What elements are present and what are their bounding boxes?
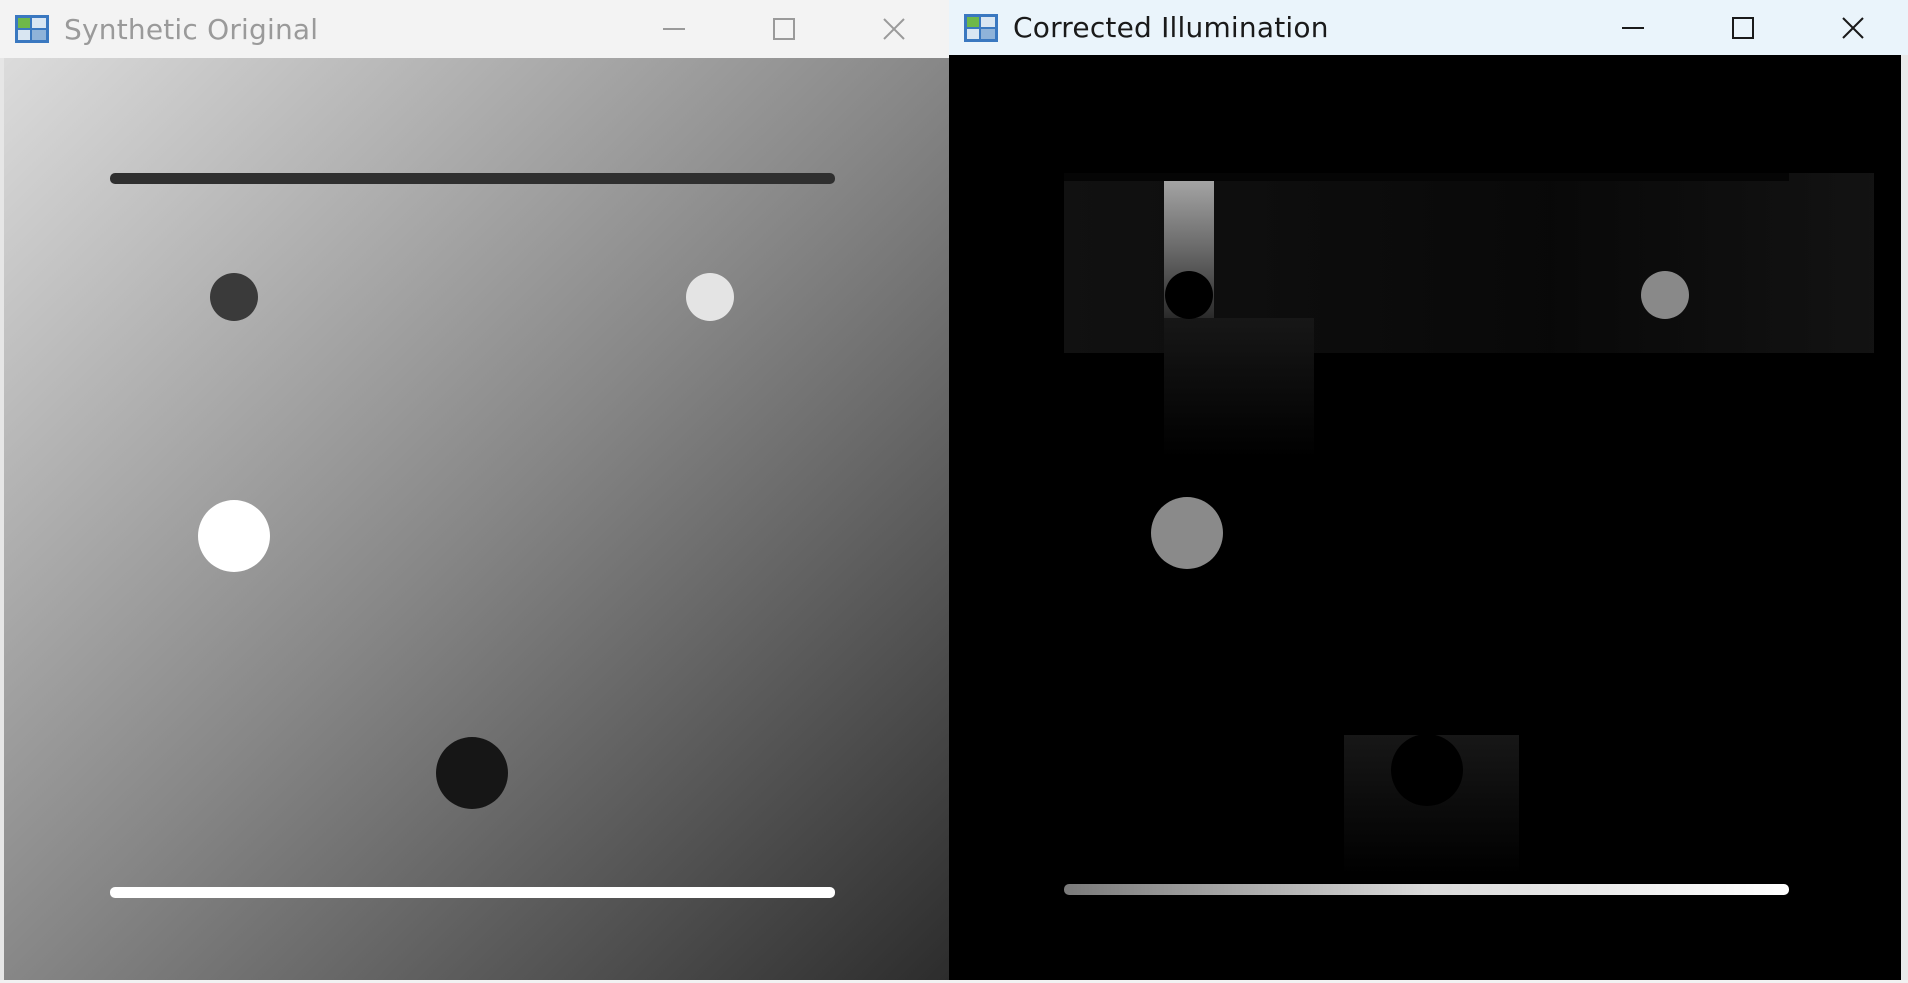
titlebar[interactable]: Synthetic Original bbox=[0, 0, 949, 58]
minimize-button[interactable] bbox=[1578, 0, 1688, 55]
image-window-icon bbox=[15, 15, 49, 43]
window-controls bbox=[1578, 0, 1908, 55]
close-icon bbox=[1842, 16, 1864, 39]
close-icon bbox=[883, 18, 905, 40]
window-corrected-illumination[interactable]: Corrected Illumination bbox=[949, 0, 1908, 983]
top-bar-shape bbox=[110, 173, 835, 184]
circle-light-small bbox=[686, 273, 734, 321]
bottom-bar-shape bbox=[110, 887, 835, 898]
window-title: Synthetic Original bbox=[64, 12, 319, 46]
window-border bbox=[1901, 55, 1908, 983]
image-window-icon bbox=[964, 13, 998, 42]
fade-block-top bbox=[1164, 318, 1314, 458]
circle-white-large bbox=[198, 500, 270, 572]
image-canvas-original[interactable] bbox=[0, 58, 949, 983]
synthetic-original-image bbox=[0, 58, 949, 983]
minimize-icon bbox=[663, 28, 685, 30]
titlebar[interactable]: Corrected Illumination bbox=[949, 0, 1908, 55]
top-bar-shape bbox=[1064, 173, 1789, 181]
minimize-button[interactable] bbox=[619, 0, 729, 58]
minimize-icon bbox=[1622, 26, 1644, 29]
window-controls bbox=[619, 0, 949, 58]
maximize-button[interactable] bbox=[1688, 0, 1798, 55]
circle-black-large bbox=[436, 737, 508, 809]
maximize-icon bbox=[1732, 16, 1754, 39]
close-button[interactable] bbox=[1798, 0, 1908, 55]
maximize-button[interactable] bbox=[729, 0, 839, 58]
circle-gray-small bbox=[1641, 271, 1689, 319]
maximize-icon bbox=[773, 18, 795, 40]
circle-dark-small bbox=[1165, 271, 1213, 319]
corrected-illumination-image bbox=[949, 55, 1908, 983]
window-synthetic-original[interactable]: Synthetic Original bbox=[0, 0, 949, 983]
window-title: Corrected Illumination bbox=[1013, 11, 1329, 44]
bottom-bar-shape bbox=[1064, 884, 1789, 895]
circle-black-large bbox=[1391, 734, 1463, 806]
image-canvas-corrected[interactable] bbox=[949, 55, 1908, 983]
close-button[interactable] bbox=[839, 0, 949, 58]
window-border bbox=[0, 58, 4, 983]
circle-gray-large bbox=[1151, 497, 1223, 569]
circle-dark-small bbox=[210, 273, 258, 321]
